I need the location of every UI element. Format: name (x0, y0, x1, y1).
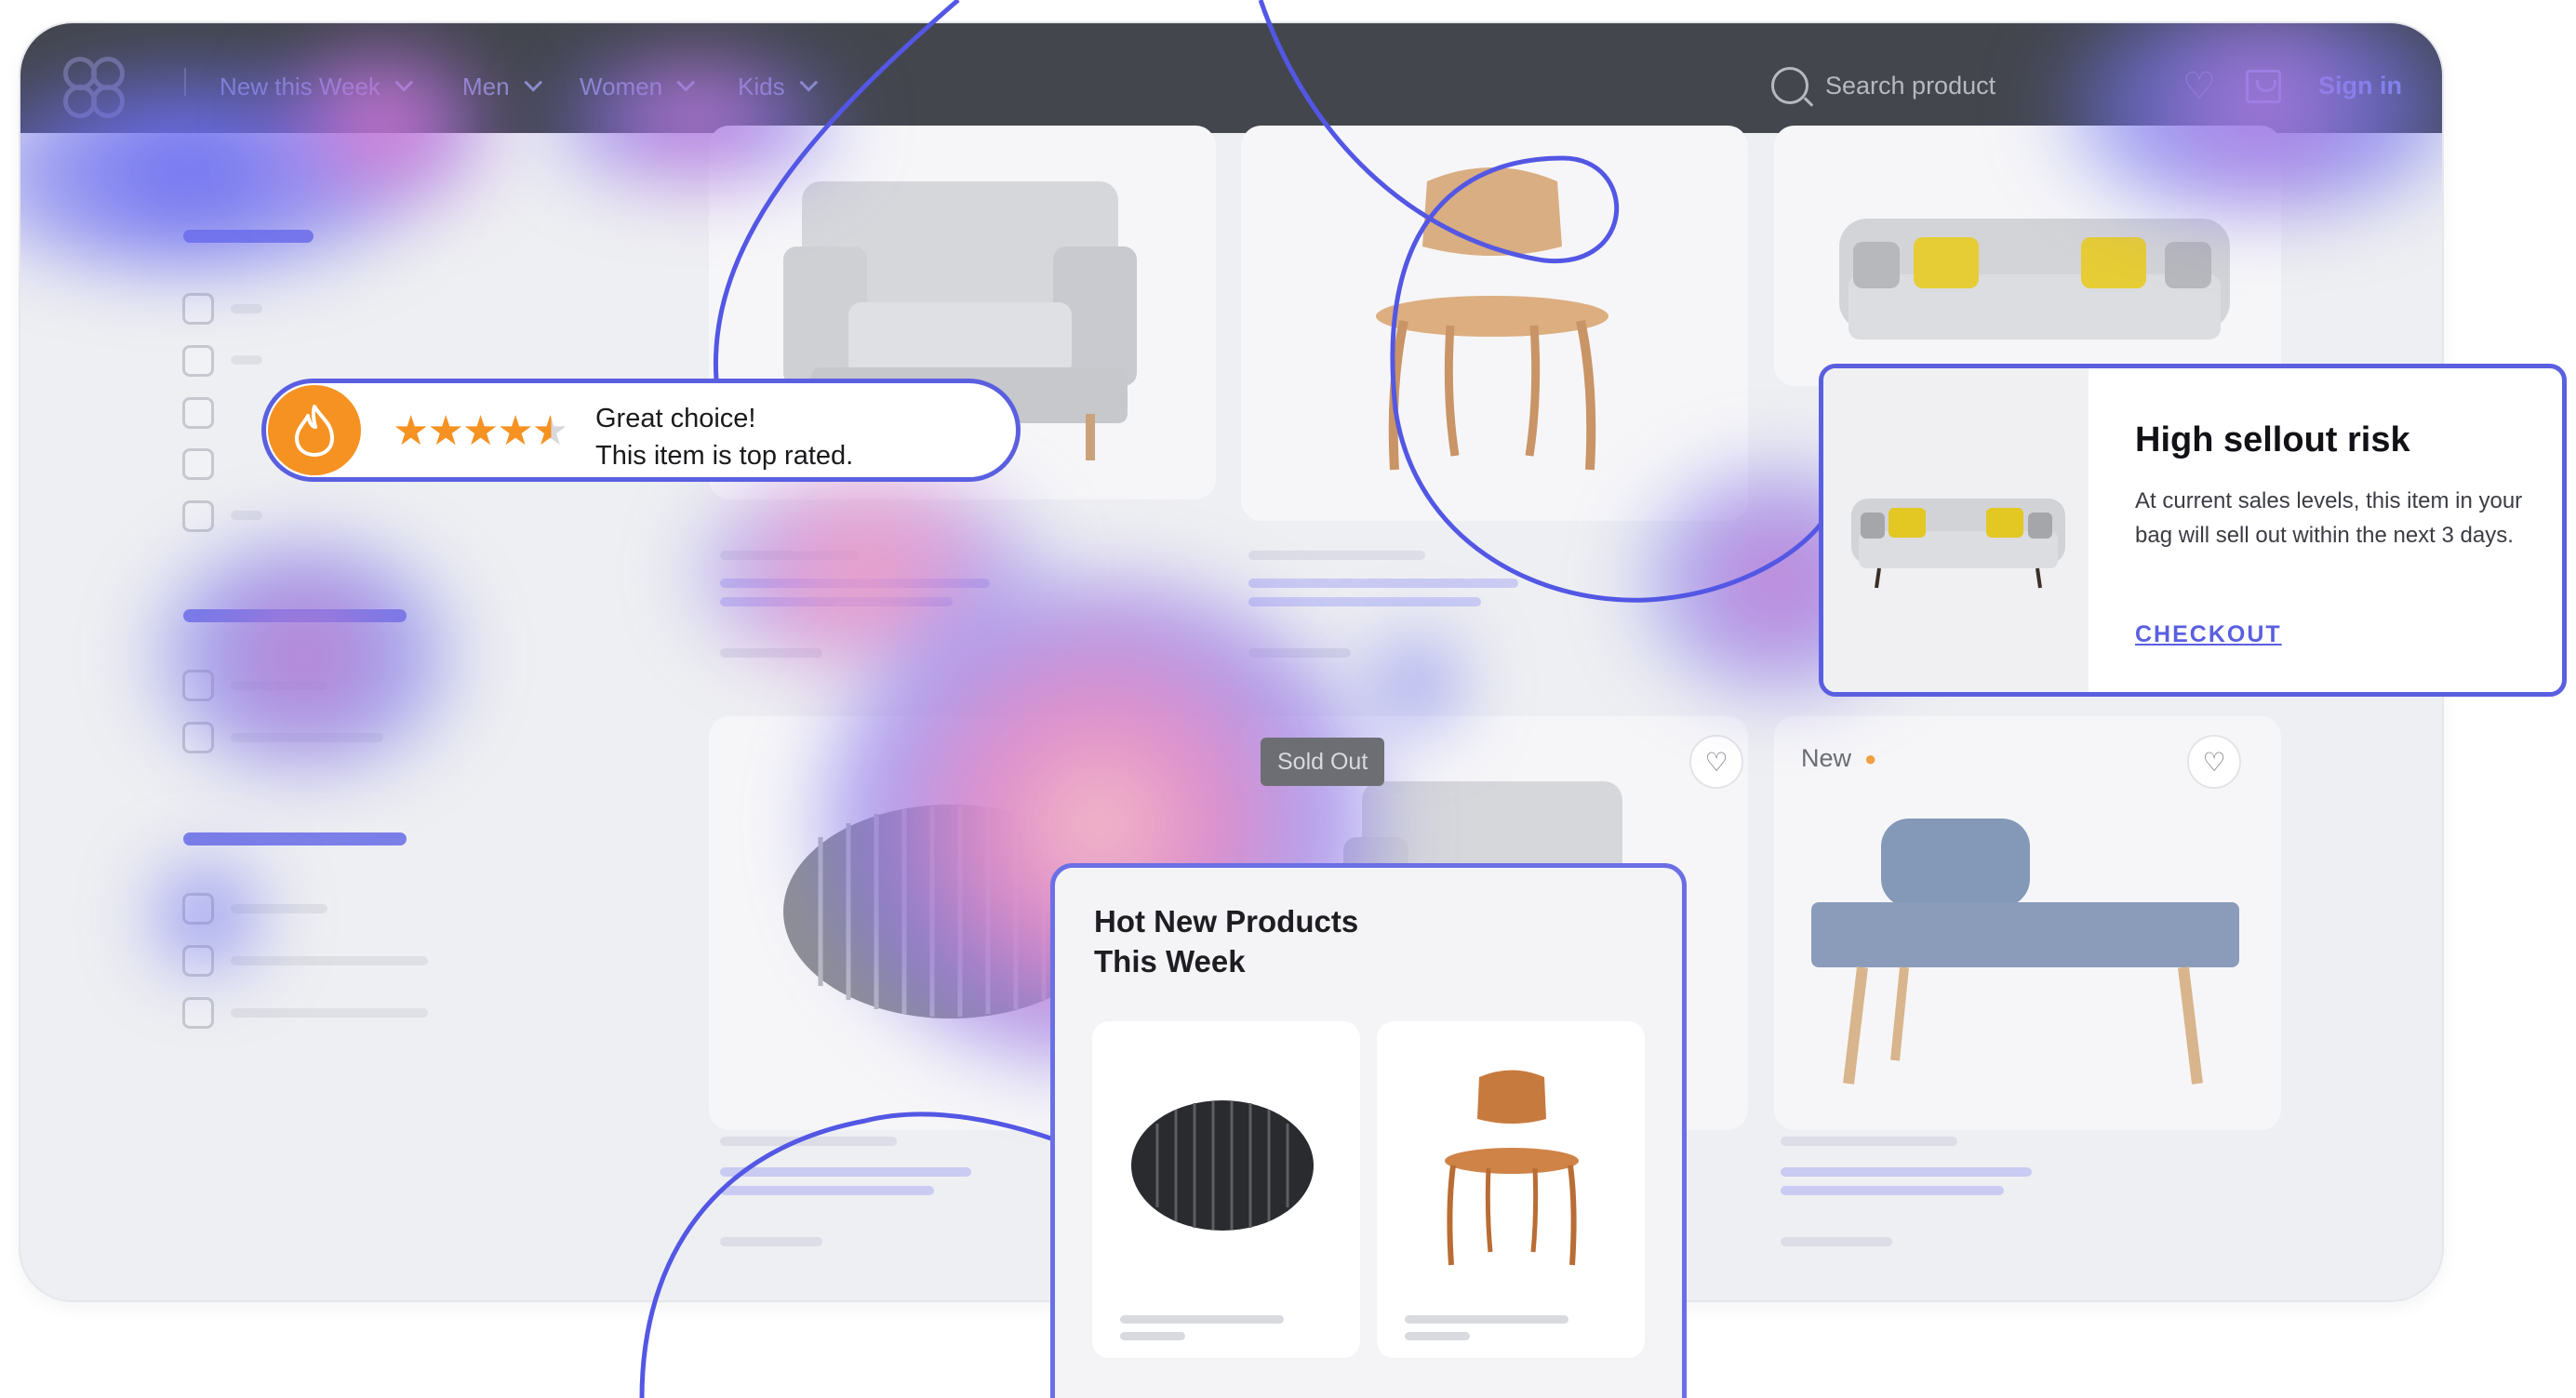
heart-icon[interactable]: ♡ (2182, 68, 2220, 105)
top-nav-bar: New this Week Men Women Kids Search prod… (20, 23, 2442, 133)
product-meta-line (1248, 551, 1425, 560)
nav-item-label: Kids (738, 72, 785, 100)
product-meta-line (1781, 1167, 2032, 1177)
nav-item-men[interactable]: Men (462, 68, 542, 105)
sellout-body: At current sales levels, this item in yo… (2135, 488, 2523, 548)
filter-label (231, 733, 383, 742)
chevron-down-icon (676, 73, 696, 92)
filter-heading (183, 230, 314, 243)
fire-icon (268, 385, 361, 475)
hot-product-card-lamp[interactable] (1092, 1021, 1360, 1358)
chevron-down-icon (394, 73, 414, 92)
product-meta-line (720, 579, 990, 588)
filter-checkbox[interactable] (182, 670, 214, 701)
filter-checkbox[interactable] (182, 293, 214, 325)
hot-products-title: Hot New Products This Week (1094, 904, 1359, 979)
hot-product-meta (1120, 1315, 1284, 1324)
product-card-bench[interactable]: ♡ (1774, 716, 2281, 1130)
brand-logo[interactable] (63, 57, 140, 133)
product-meta-line (1781, 1137, 1957, 1146)
top-rated-line1: Great choice! (595, 404, 756, 433)
top-rated-popup: ★★★★★ Great choice! This item is top rat… (261, 379, 1021, 482)
filter-checkbox[interactable] (182, 945, 214, 977)
chevron-down-icon (798, 73, 818, 92)
product-card-sofa[interactable] (1774, 126, 2281, 386)
top-rated-line2: This item is top rated. (595, 441, 854, 471)
nav-divider (184, 68, 186, 96)
product-meta-line (720, 1186, 934, 1195)
product-meta-line (1781, 1237, 1892, 1246)
nav-item-label: New this Week (220, 72, 380, 100)
top-rated-message: Great choice! This item is top rated. (595, 400, 853, 474)
filter-checkbox[interactable] (182, 397, 214, 429)
filter-label (231, 681, 327, 690)
product-meta-line (720, 1237, 822, 1246)
sold-out-badge: Sold Out (1261, 738, 1385, 786)
nav-item-new-this-week[interactable]: New this Week (220, 68, 414, 105)
filter-checkbox[interactable] (182, 500, 214, 532)
chevron-down-icon (523, 73, 542, 92)
product-meta-line (720, 551, 860, 560)
hot-new-products-popup: Hot New Products This Week (1050, 863, 1687, 1398)
orange-wood-chair-image (1445, 1070, 1579, 1266)
product-meta-line (1248, 597, 1481, 606)
filter-label (231, 304, 262, 313)
product-meta-line (1248, 579, 1518, 588)
product-card-wood-chair[interactable] (1241, 126, 1748, 521)
filter-label (231, 956, 428, 965)
product-meta-line (720, 597, 953, 606)
wood-chair-image (1376, 167, 1608, 471)
product-meta-line (1781, 1186, 2004, 1195)
hot-product-meta (1405, 1332, 1470, 1340)
star-rating: ★★★★★ (393, 408, 568, 454)
sofa-image (1839, 219, 2230, 340)
wishlist-heart-button[interactable]: ♡ (2187, 735, 2241, 789)
filter-label (231, 1008, 428, 1018)
black-rattan-lamp-image (1131, 1100, 1314, 1231)
filter-checkbox[interactable] (182, 722, 214, 753)
search-placeholder: Search product (1825, 71, 1996, 100)
new-badge: New ● (1801, 744, 1876, 773)
page: New this Week Men Women Kids Search prod… (0, 0, 2576, 1398)
search-field[interactable]: Search product (1771, 62, 1995, 109)
filter-checkbox[interactable] (182, 345, 214, 377)
flame-icon: ● (1864, 746, 1877, 770)
heatmap-hotspot (690, 479, 1044, 665)
product-meta-line (720, 648, 822, 658)
sellout-risk-popup: High sellout risk At current sales level… (1819, 364, 2567, 697)
sign-in-link[interactable]: Sign in (2318, 72, 2402, 100)
bag-icon[interactable] (2246, 70, 2281, 103)
nav-item-kids[interactable]: Kids (738, 68, 818, 105)
filter-label (231, 355, 262, 365)
hot-product-card-chair[interactable] (1377, 1021, 1645, 1358)
sellout-title: High sellout risk (2135, 420, 2410, 459)
product-meta-line (720, 1167, 971, 1177)
nav-item-women[interactable]: Women (580, 68, 696, 105)
nav-item-label: Men (462, 72, 510, 100)
wishlist-heart-button[interactable]: ♡ (1689, 735, 1743, 789)
filter-label (231, 511, 262, 520)
filter-checkbox[interactable] (182, 448, 214, 480)
filter-checkbox[interactable] (182, 893, 214, 925)
search-icon (1771, 67, 1809, 104)
product-meta-line (720, 1137, 897, 1146)
filter-checkbox[interactable] (182, 997, 214, 1029)
checkout-link[interactable]: CHECKOUT (2135, 621, 2282, 648)
hot-product-meta (1120, 1332, 1185, 1340)
nav-item-label: Women (580, 72, 663, 100)
filter-heading (183, 609, 407, 622)
sellout-product-image (1823, 368, 2089, 692)
product-meta-line (1248, 648, 1351, 658)
filter-heading (183, 832, 407, 845)
new-badge-label: New (1801, 744, 1852, 772)
filter-label (231, 904, 327, 913)
hot-product-meta (1405, 1315, 1568, 1324)
